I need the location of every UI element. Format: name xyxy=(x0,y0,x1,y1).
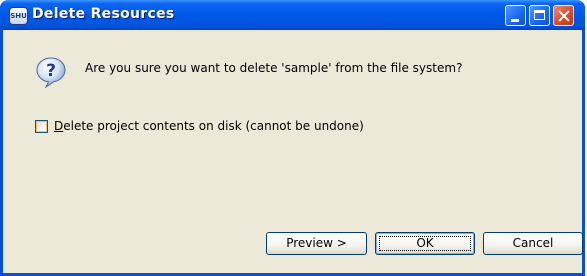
delete-resources-dialog: SHU Delete Resources ? Are you sure you … xyxy=(0,0,585,276)
app-icon: SHU xyxy=(9,7,28,25)
window-title: Delete Resources xyxy=(32,6,175,22)
question-icon: ? xyxy=(36,57,66,88)
accelerator-key: D xyxy=(54,119,64,133)
maximize-icon[interactable] xyxy=(529,5,550,26)
label-text: elete project contents on disk (cannot b… xyxy=(63,119,364,133)
delete-contents-option[interactable]: Delete project contents on disk (cannot … xyxy=(35,119,364,133)
focus-ring xyxy=(379,236,471,251)
ok-button[interactable]: OK xyxy=(375,232,475,255)
preview-button[interactable]: Preview > xyxy=(266,232,367,255)
cancel-button[interactable]: Cancel xyxy=(483,232,583,255)
minimize-icon[interactable] xyxy=(505,5,526,26)
delete-contents-checkbox[interactable] xyxy=(35,119,48,133)
title-bar[interactable]: SHU Delete Resources xyxy=(0,0,585,30)
confirmation-message: Are you sure you want to delete 'sample'… xyxy=(85,61,463,75)
delete-contents-label[interactable]: Delete project contents on disk (cannot … xyxy=(54,119,364,133)
app-icon-text: SHU xyxy=(10,12,27,20)
close-icon[interactable] xyxy=(553,5,574,26)
svg-text:?: ? xyxy=(46,61,56,81)
